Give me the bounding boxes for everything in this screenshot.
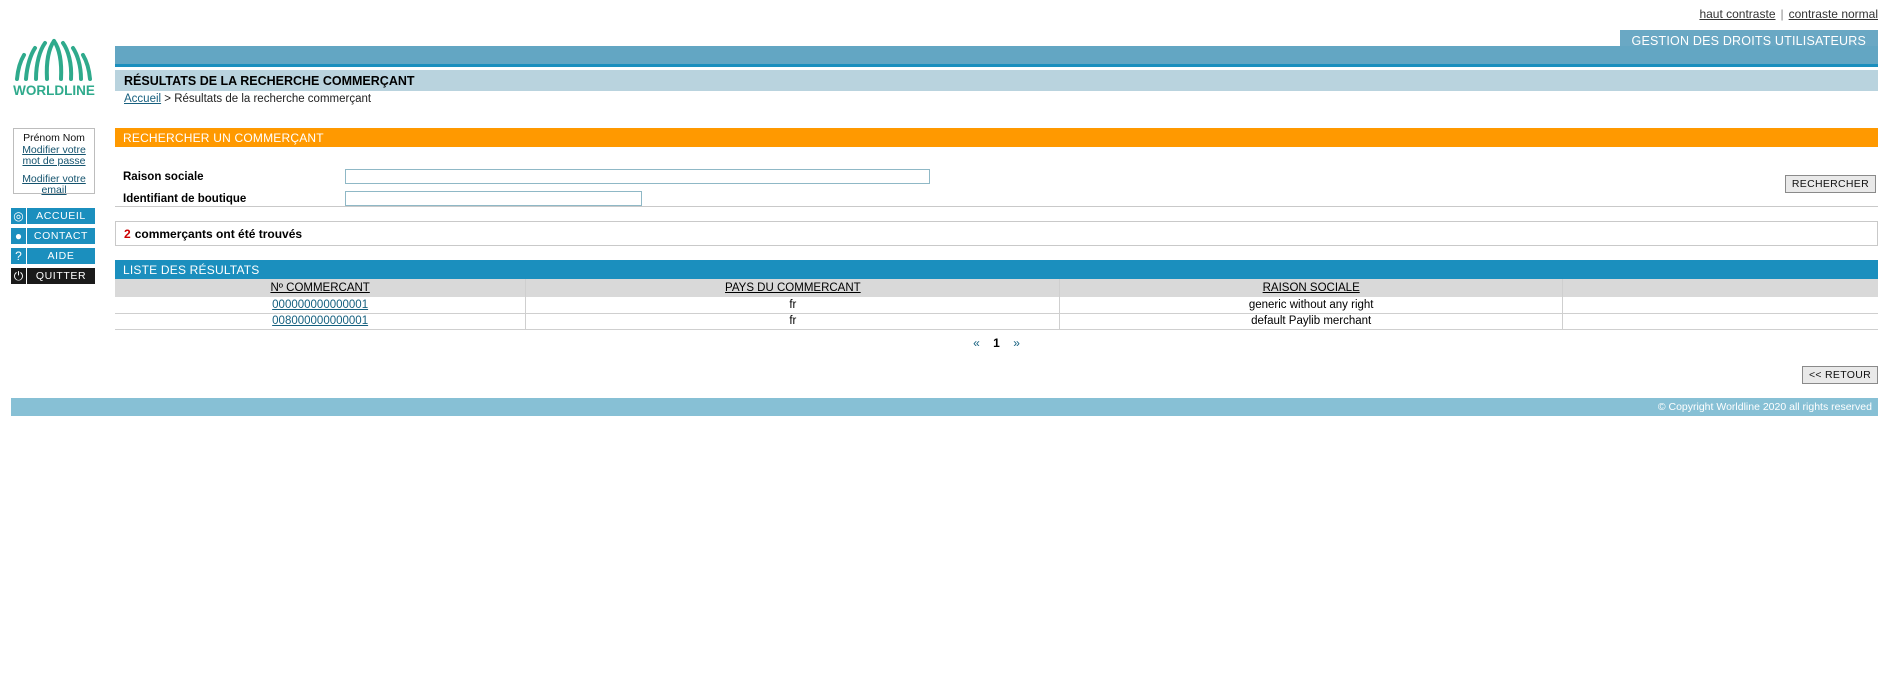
raison-sociale-row: Raison sociale: [123, 169, 930, 184]
sidebar-item-label: CONTACT: [27, 228, 95, 244]
cell-spacer: [1561, 313, 1878, 330]
worldline-logo-mark: WORLDLINE: [13, 39, 95, 98]
worldline-wordmark: WORLDLINE: [13, 83, 95, 98]
table-row: 008000000000001 fr default Paylib mercha…: [115, 313, 1878, 330]
user-name: Prénom Nom: [23, 132, 85, 144]
identifiant-boutique-input[interactable]: [345, 191, 642, 206]
pagination-prev[interactable]: «: [973, 336, 980, 350]
sidebar-item-label: AIDE: [27, 248, 95, 264]
user-info-box: Prénom Nom Modifier votre mot de passe M…: [13, 128, 95, 197]
merchant-id-link[interactable]: 000000000000001: [272, 299, 368, 311]
breadcrumb: Accueil > Résultats de la recherche comm…: [124, 93, 371, 105]
contrast-links: haut contraste | contraste normal: [1699, 7, 1878, 21]
column-header-spacer: [1561, 279, 1878, 297]
back-button-row: << RETOUR: [115, 352, 1878, 384]
breadcrumb-current: Résultats de la recherche commerçant: [174, 93, 372, 105]
worldline-logo: WORLDLINE: [11, 33, 97, 99]
page-root: haut contraste | contraste normal GESTIO…: [0, 0, 1884, 682]
pagination-current-page: 1: [993, 335, 1000, 350]
raison-sociale-label: Raison sociale: [123, 170, 204, 183]
normal-contrast-link[interactable]: contraste normal: [1789, 7, 1878, 21]
cell-spacer: [1561, 297, 1878, 314]
results-table-head: Nº COMMERCANT PAYS DU COMMERCANT RAISON …: [115, 279, 1878, 297]
sidebar-item-label: QUITTER: [27, 268, 95, 284]
identifiant-boutique-row: Identifiant de boutique: [123, 191, 642, 206]
breadcrumb-home-link[interactable]: Accueil: [124, 93, 161, 105]
cell-company: generic without any right: [1059, 297, 1563, 314]
sidebar-item-aide[interactable]: ? AIDE: [11, 248, 95, 264]
target-icon: ◎: [11, 208, 26, 224]
table-header-row: Nº COMMERCANT PAYS DU COMMERCANT RAISON …: [115, 279, 1878, 297]
column-header-company[interactable]: RAISON SOCIALE: [1059, 279, 1563, 297]
sidebar-item-label: ACCUEIL: [27, 208, 95, 224]
merchant-id-link[interactable]: 008000000000001: [272, 315, 368, 327]
sidebar-item-contact[interactable]: ● CONTACT: [11, 228, 95, 244]
speech-bubble-icon: ●: [11, 228, 26, 244]
column-header-country[interactable]: PAYS DU COMMERCANT: [525, 279, 1060, 297]
question-mark-icon: ?: [11, 248, 26, 264]
column-label: PAYS DU COMMERCANT: [725, 282, 861, 294]
contrast-separator: |: [1780, 7, 1784, 21]
cell-company: default Paylib merchant: [1059, 313, 1563, 330]
breadcrumb-separator: >: [164, 93, 171, 105]
change-email-link[interactable]: Modifier votre email: [14, 173, 94, 197]
header-accent-band: [115, 46, 1878, 67]
search-form: Raison sociale Identifiant de boutique R…: [115, 147, 1878, 206]
column-header-merchant-id[interactable]: Nº COMMERCANT: [115, 279, 526, 297]
cell-merchant-id: 008000000000001: [115, 313, 526, 330]
count-spacer: [115, 207, 1878, 221]
high-contrast-link[interactable]: haut contraste: [1699, 7, 1775, 21]
footer: © Copyright Worldline 2020 all rights re…: [11, 398, 1878, 416]
pagination-next[interactable]: »: [1013, 336, 1020, 350]
sidebar-item-quitter[interactable]: ⏻ QUITTER: [11, 268, 95, 284]
cell-merchant-id: 000000000000001: [115, 297, 526, 314]
page-title: RÉSULTATS DE LA RECHERCHE COMMERÇANT: [115, 70, 1878, 91]
results-table: Nº COMMERCANT PAYS DU COMMERCANT RAISON …: [115, 279, 1878, 330]
results-spacer: [115, 246, 1878, 260]
results-table-body: 000000000000001 fr generic without any r…: [115, 297, 1878, 330]
results-count-text: commerçants ont été trouvés: [134, 226, 303, 241]
results-count-box: 2 commerçants ont été trouvés: [115, 221, 1878, 246]
results-section-header: LISTE DES RÉSULTATS: [115, 260, 1878, 279]
raison-sociale-input[interactable]: [345, 169, 930, 184]
cell-country: fr: [525, 313, 1060, 330]
search-section-header: RECHERCHER UN COMMERÇANT: [115, 128, 1878, 147]
sidebar-item-accueil[interactable]: ◎ ACCUEIL: [11, 208, 95, 224]
results-count-number: 2: [124, 226, 131, 241]
identifiant-boutique-label: Identifiant de boutique: [123, 192, 247, 205]
rechercher-button[interactable]: RECHERCHER: [1784, 175, 1876, 193]
power-off-icon: ⏻: [11, 268, 26, 284]
sidebar-menu: ◎ ACCUEIL ● CONTACT ? AIDE ⏻ QUITTER: [11, 208, 95, 288]
table-row: 000000000000001 fr generic without any r…: [115, 297, 1878, 314]
main-content: RECHERCHER UN COMMERÇANT Raison sociale …: [115, 128, 1878, 384]
cell-country: fr: [525, 297, 1060, 314]
retour-button[interactable]: << RETOUR: [1801, 365, 1878, 384]
column-label: Nº COMMERCANT: [270, 282, 370, 294]
column-label: RAISON SOCIALE: [1262, 282, 1360, 294]
pagination: « 1 »: [115, 330, 1878, 352]
change-password-link[interactable]: Modifier votre mot de passe: [14, 144, 94, 168]
